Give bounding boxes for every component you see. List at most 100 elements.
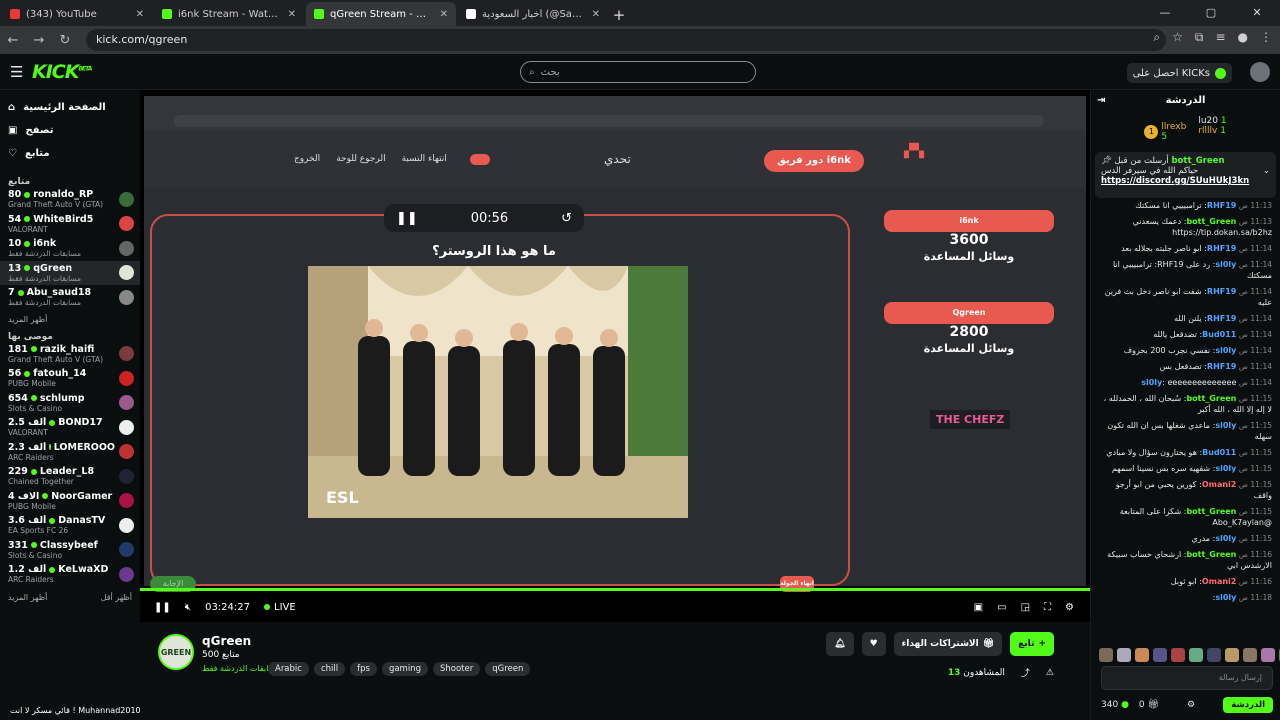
emote-icon[interactable] <box>1099 648 1113 662</box>
minimize-icon[interactable]: — <box>1142 0 1188 26</box>
emote-icon[interactable] <box>1153 648 1167 662</box>
chat-username[interactable]: sl0ly <box>1141 378 1162 387</box>
send-chat-button[interactable]: الدردشة <box>1223 697 1273 713</box>
emote-icon[interactable] <box>1135 648 1149 662</box>
chat-username[interactable]: RHF19 <box>1207 362 1236 371</box>
pause-button[interactable]: ❚❚ <box>154 602 171 613</box>
emote-icon[interactable] <box>1225 648 1239 662</box>
browser-tab[interactable]: i6nk Stream - Watch Live on Kick✕ <box>154 2 304 26</box>
emote-icon[interactable] <box>1189 648 1203 662</box>
browser-tab[interactable]: (343) YouTube ✕ <box>2 2 152 26</box>
tag-chip[interactable]: qGreen <box>485 662 531 676</box>
chat-username[interactable]: bott_Green <box>1186 550 1236 559</box>
fullscreen-icon[interactable]: ⛶ <box>1044 602 1051 613</box>
browser-tab[interactable]: أخبار السعودية (@SaudiNews50) / X✕ <box>458 2 608 26</box>
profile-icon[interactable]: ● <box>1238 30 1248 45</box>
tag-chip[interactable]: chill <box>313 662 346 676</box>
chat-username[interactable]: RHF19 <box>1207 314 1236 323</box>
favorite-button[interactable]: ♥ <box>861 632 886 656</box>
zoom-icon[interactable]: ⌕ <box>1153 30 1160 45</box>
expand-pin-icon[interactable]: ⌄ <box>1263 166 1270 176</box>
settings-gear-icon[interactable]: ⚙ <box>1065 602 1074 613</box>
chat-input[interactable]: إرسال رسالة <box>1101 666 1273 690</box>
sidebar-channel[interactable]: 331 Classybeef Slots & Casino <box>0 538 140 563</box>
sidebar-channel[interactable]: 3.6 ألف DanasTV EA Sports FC 26 <box>0 513 140 538</box>
pinned-link[interactable]: https://discord.gg/SUuHUkJ3kn <box>1101 176 1270 186</box>
close-tab-icon[interactable]: ✕ <box>440 9 448 20</box>
gift-subs-button[interactable]: الاشتراكات الهداء 🎁︎ <box>893 632 1003 656</box>
emote-icon[interactable] <box>1261 648 1275 662</box>
sidebar-channel[interactable]: 229 Leader_L8 Chained Together <box>0 464 140 489</box>
chat-username[interactable]: Bud011 <box>1202 448 1236 457</box>
nav-following[interactable]: ♡ متابع <box>8 142 132 165</box>
mute-icon[interactable]: 🔇︎ <box>185 602 191 613</box>
media-icon[interactable]: ≡ <box>1215 30 1225 45</box>
show-less-recommended[interactable]: أظهر أقل <box>101 593 132 602</box>
video-player[interactable]: الخروج الرجوع للوحة انتهاء النسبة تحدي د… <box>140 90 1090 622</box>
chat-username[interactable]: RHF19 <box>1207 244 1236 253</box>
streamer-name[interactable]: qGreen <box>202 634 251 648</box>
chat-username[interactable]: sl0ly <box>1215 593 1236 602</box>
nav-browse[interactable]: ▣ تصفح <box>8 119 132 142</box>
sidebar-channel[interactable]: 13 qGreen مسابقات الدردشة فقط <box>0 260 140 285</box>
sidebar-channel[interactable]: 654 schlump Slots & Casino <box>0 391 140 416</box>
gift-count[interactable]: 0 🎁︎ <box>1139 700 1159 710</box>
notification-bell-button[interactable]: 🔔︎ <box>826 632 854 656</box>
maximize-icon[interactable]: ▢ <box>1188 0 1234 26</box>
chat-username[interactable]: Omani2 <box>1202 480 1237 489</box>
sidebar-channel[interactable]: 56 fatouh_14 PUBG Mobile <box>0 366 140 391</box>
emote-icon[interactable] <box>1243 648 1257 662</box>
get-kicks-button[interactable]: احصل على KICKs <box>1126 63 1232 83</box>
sidebar-channel[interactable]: 181 razik_haifi Grand Theft Auto V (GTA) <box>0 342 140 367</box>
chat-settings-icon[interactable]: ⚙ <box>1187 700 1195 710</box>
kick-logo[interactable]: KICKBETA <box>32 61 92 83</box>
share-icon[interactable]: ⤴ <box>1021 666 1030 679</box>
sidebar-channel[interactable]: 4 آلاف NoorGamer PUBG Mobile <box>0 489 140 514</box>
hamburger-menu-icon[interactable]: ☰ <box>10 63 23 81</box>
menu-dots-icon[interactable]: ⋮ <box>1260 30 1272 45</box>
browser-tab-active[interactable]: qGreen Stream - Watch Live on Kick✕ <box>306 2 456 26</box>
chat-username[interactable]: sl0ly <box>1215 464 1236 473</box>
nav-home[interactable]: ⌂ الصفحة الرئيسية <box>8 96 132 119</box>
tag-chip[interactable]: Arabic <box>268 662 309 676</box>
user-avatar[interactable] <box>1250 62 1270 82</box>
tag-chip[interactable]: gaming <box>381 662 428 676</box>
chat-username[interactable]: RHF19 <box>1207 201 1236 210</box>
progress-bar[interactable] <box>140 588 1090 591</box>
chat-username[interactable]: bott_Green <box>1186 507 1236 516</box>
back-icon[interactable]: ← <box>0 33 26 48</box>
theater-mode-icon[interactable]: ▭ <box>997 602 1006 613</box>
sidebar-channel[interactable]: 2.3 ألف LOMEROOO ARC Raiders <box>0 440 140 465</box>
chat-username[interactable]: bott_Green <box>1186 217 1236 226</box>
emote-icon[interactable] <box>1117 648 1131 662</box>
close-window-icon[interactable]: ✕ <box>1234 0 1280 26</box>
chat-username[interactable]: sl0ly <box>1215 534 1236 543</box>
sidebar-channel[interactable]: 10 i6nk مسابقات الدردشة فقط <box>0 236 140 261</box>
sidebar-channel[interactable]: 54 WhiteBird5 VALORANT <box>0 212 140 237</box>
tag-chip[interactable]: fps <box>350 662 377 676</box>
chat-username[interactable]: sl0ly <box>1215 260 1236 269</box>
sidebar-channel[interactable]: 1.2 ألف KeLwaXD ARC Raiders <box>0 562 140 587</box>
collapse-chat-icon[interactable]: ⇥ <box>1097 90 1105 112</box>
chat-username[interactable]: RHF19 <box>1207 287 1236 296</box>
show-more-recommended[interactable]: أظهر المزيد <box>8 593 47 602</box>
points-display[interactable]: 340 ● <box>1101 700 1129 710</box>
tag-chip[interactable]: Shooter <box>432 662 481 676</box>
follow-button[interactable]: تابع + <box>1010 632 1054 656</box>
url-field[interactable]: kick.com/qgreen <box>86 29 1166 51</box>
chat-username[interactable]: sl0ly <box>1215 421 1236 430</box>
chat-username[interactable]: Omani2 <box>1202 577 1237 586</box>
search-input[interactable]: ⌕ بحث <box>520 61 756 83</box>
emote-icon[interactable] <box>1207 648 1221 662</box>
forward-icon[interactable]: → <box>26 33 52 48</box>
gifter-1[interactable]: 1 llrexb 5 <box>1144 116 1186 148</box>
extensions-icon[interactable]: ⧉ <box>1195 30 1204 45</box>
emote-icon[interactable] <box>1171 648 1185 662</box>
sidebar-channel[interactable]: 80 ronaldo_RP Grand Theft Auto V (GTA) <box>0 187 140 212</box>
chat-username[interactable]: bott_Green <box>1186 394 1236 403</box>
chat-username[interactable]: sl0ly <box>1215 346 1236 355</box>
show-more-following[interactable]: أظهر المزيد <box>0 310 140 326</box>
sidebar-channel[interactable]: 7 Abu_saud18 مسابقات الدردشة فقط <box>0 285 140 310</box>
reload-icon[interactable]: ↻ <box>52 33 78 48</box>
clip-icon[interactable]: ▣ <box>974 602 983 613</box>
